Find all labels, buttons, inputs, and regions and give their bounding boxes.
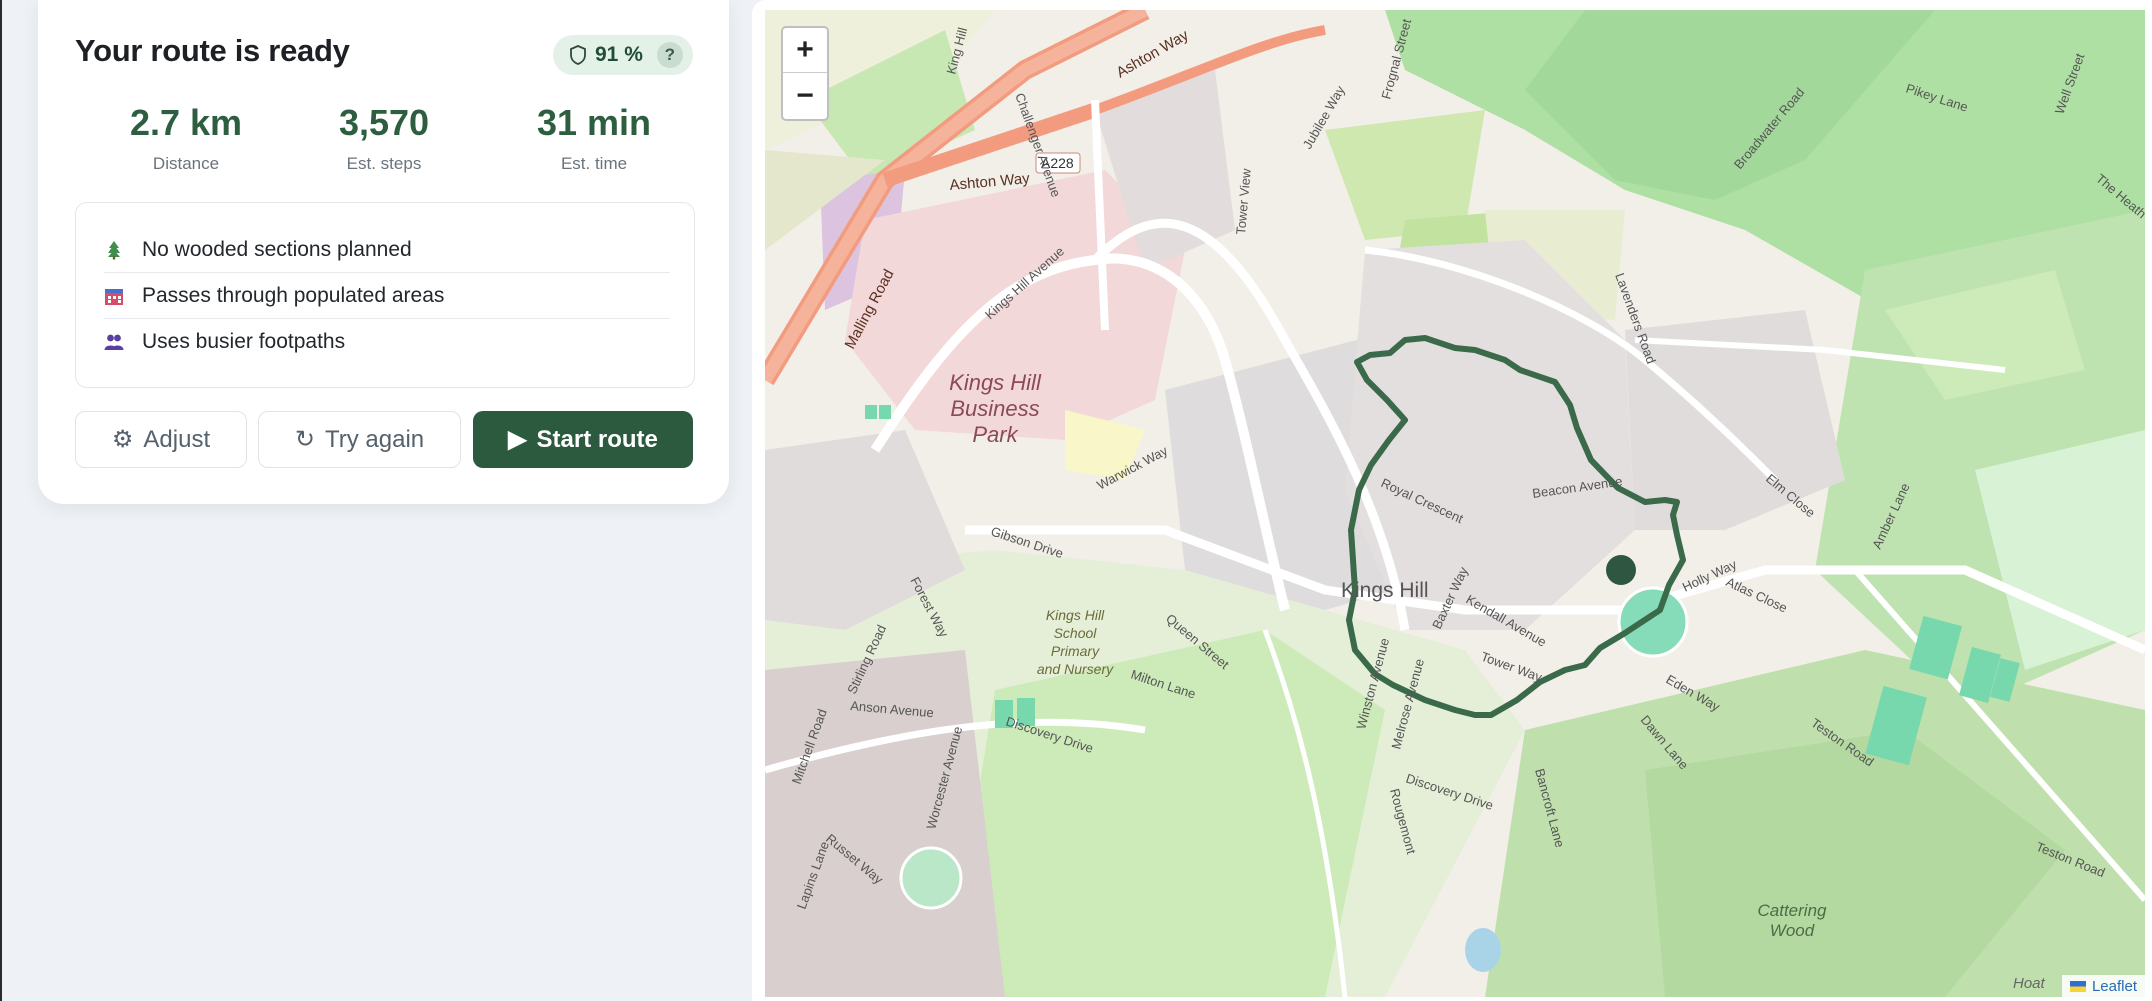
safety-score-value: 91 % bbox=[595, 43, 643, 66]
distance-label: Distance bbox=[152, 154, 220, 173]
steps-label: Est. steps bbox=[346, 154, 422, 173]
map-label: Hoat bbox=[2013, 975, 2046, 992]
list-item: No wooded sections planned bbox=[104, 227, 670, 273]
start-route-button[interactable]: ▶ Start route bbox=[473, 411, 693, 468]
steps-stat: 3,570 Est. steps bbox=[269, 102, 499, 174]
map-label: Kings Hill bbox=[1046, 607, 1105, 623]
note-text: No wooded sections planned bbox=[142, 237, 412, 261]
distance-stat: 2.7 km Distance bbox=[71, 102, 301, 174]
map-label: Primary bbox=[1051, 643, 1100, 659]
ukraine-flag-icon bbox=[2069, 980, 2086, 992]
route-notes-list: No wooded sections planned Passes throug… bbox=[75, 202, 695, 388]
play-icon: ▶ bbox=[508, 426, 527, 453]
time-value: 31 min bbox=[536, 102, 652, 143]
time-stat: 31 min Est. time bbox=[479, 102, 709, 174]
tree-icon bbox=[108, 240, 120, 259]
route-summary-card: Your route is ready 91 % ? 2.7 km Distan… bbox=[38, 0, 729, 504]
zoom-control[interactable]: + − bbox=[781, 26, 829, 121]
people-icon bbox=[104, 334, 124, 350]
map-label: Kings Hill bbox=[949, 370, 1042, 395]
zoom-in-button[interactable]: + bbox=[783, 28, 827, 73]
distance-value: 2.7 km bbox=[129, 102, 243, 143]
note-text: Uses busier footpaths bbox=[142, 330, 346, 353]
adjust-button[interactable]: ⚙ Adjust bbox=[75, 411, 247, 468]
note-text: Passes through populated areas bbox=[142, 283, 445, 307]
zoom-out-button[interactable]: − bbox=[783, 73, 827, 118]
shield-icon bbox=[570, 45, 586, 65]
start-route-label: Start route bbox=[536, 425, 658, 453]
map-label: Kings Hill bbox=[1341, 579, 1429, 602]
map-label: Cattering bbox=[1758, 901, 1828, 920]
map-tiles[interactable]: Kings Hill Business Park Kings Hill King… bbox=[765, 10, 2145, 997]
leaflet-link[interactable]: Leaflet bbox=[2092, 978, 2137, 995]
try-again-label: Try again bbox=[324, 425, 425, 453]
gear-icon: ⚙ bbox=[111, 426, 134, 453]
map-label: Wood bbox=[1770, 921, 1815, 940]
list-item: Passes through populated areas bbox=[104, 273, 670, 319]
map-label: Business bbox=[950, 396, 1039, 421]
map-attribution[interactable]: Leaflet bbox=[2061, 975, 2145, 997]
map-label: Park bbox=[972, 422, 1018, 447]
steps-value: 3,570 bbox=[338, 102, 430, 143]
map-label: School bbox=[1054, 625, 1098, 641]
time-label: Est. time bbox=[560, 154, 628, 173]
try-again-button[interactable]: ↻ Try again bbox=[258, 411, 461, 468]
buildings-icon bbox=[105, 288, 123, 305]
refresh-icon: ↻ bbox=[294, 426, 315, 453]
window-edge bbox=[0, 0, 2, 1001]
route-map[interactable]: Kings Hill Business Park Kings Hill King… bbox=[765, 10, 2145, 997]
safety-score-badge[interactable]: 91 % ? bbox=[553, 35, 693, 75]
route-title: Your route is ready bbox=[75, 33, 350, 68]
help-icon[interactable]: ? bbox=[656, 42, 683, 68]
adjust-label: Adjust bbox=[143, 425, 211, 453]
map-label: and Nursery bbox=[1037, 661, 1114, 677]
list-item: Uses busier footpaths bbox=[104, 319, 670, 365]
